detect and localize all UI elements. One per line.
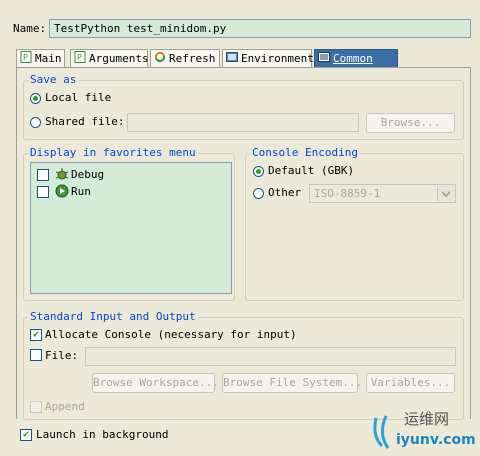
shared-file-label: Shared file: xyxy=(45,115,125,128)
browse-file-system-button[interactable]: Browse File System... xyxy=(222,373,362,393)
default-encoding-label: Default (GBK) xyxy=(268,164,355,177)
other-encoding-radio[interactable] xyxy=(253,188,264,199)
debug-icon xyxy=(55,167,69,184)
debug-checkbox[interactable] xyxy=(37,169,49,181)
variables-button[interactable]: Variables... xyxy=(366,373,455,393)
tab-common[interactable]: Common xyxy=(314,49,398,67)
svg-text:P: P xyxy=(23,53,28,62)
other-encoding-label: Other xyxy=(268,186,302,199)
watermark-logo: 运维网 iyunv.com xyxy=(368,408,476,454)
run-icon xyxy=(55,184,69,201)
default-encoding-radio[interactable] xyxy=(253,166,264,177)
save-as-title: Save as xyxy=(28,73,79,86)
browse-button[interactable]: Browse... xyxy=(366,113,455,133)
environment-tab-icon xyxy=(226,51,238,68)
tab-main[interactable]: P Main xyxy=(16,49,65,67)
watermark-url: iyunv.com xyxy=(396,432,476,448)
allocate-console-label: Allocate Console (necessary for input) xyxy=(45,328,297,341)
launch-background-checkbox[interactable]: ✔ xyxy=(20,429,32,441)
name-input[interactable]: TestPython test_minidom.py xyxy=(49,19,471,38)
tab-environment[interactable]: Environment xyxy=(222,49,314,68)
watermark-cn: 运维网 xyxy=(404,410,450,428)
favorites-list[interactable]: Debug Run xyxy=(30,162,232,294)
common-tab-icon xyxy=(318,51,330,68)
favorites-title: Display in favorites menu xyxy=(28,146,198,159)
arguments-tab-icon: P xyxy=(74,50,86,68)
tab-arguments[interactable]: P Arguments xyxy=(70,49,149,68)
other-encoding-select[interactable]: ISO-8859-1 xyxy=(309,184,456,203)
allocate-console-checkbox[interactable]: ✔ xyxy=(30,329,42,341)
refresh-tab-icon xyxy=(154,51,166,68)
shared-file-input[interactable] xyxy=(127,113,359,132)
shared-file-radio[interactable] xyxy=(30,117,41,128)
append-label: Append xyxy=(45,400,85,413)
file-label: File: xyxy=(45,349,79,362)
launch-background-label: Launch in background xyxy=(36,428,169,441)
chevron-down-icon[interactable] xyxy=(437,186,454,201)
console-encoding-title: Console Encoding xyxy=(250,146,360,159)
local-file-radio[interactable] xyxy=(30,93,41,104)
local-file-label: Local file xyxy=(45,91,112,104)
run-label: Run xyxy=(71,185,91,198)
std-io-title: Standard Input and Output xyxy=(28,310,198,323)
main-tab-icon: P xyxy=(20,50,32,68)
browse-workspace-button[interactable]: Browse Workspace... xyxy=(92,373,219,393)
file-checkbox[interactable] xyxy=(30,349,42,361)
debug-label: Debug xyxy=(71,168,105,181)
run-checkbox[interactable] xyxy=(37,186,49,198)
append-checkbox[interactable] xyxy=(30,401,42,413)
name-label: Name: xyxy=(13,22,47,35)
file-input[interactable] xyxy=(85,347,456,366)
svg-text:P: P xyxy=(77,53,82,62)
tab-refresh[interactable]: Refresh xyxy=(150,49,220,67)
